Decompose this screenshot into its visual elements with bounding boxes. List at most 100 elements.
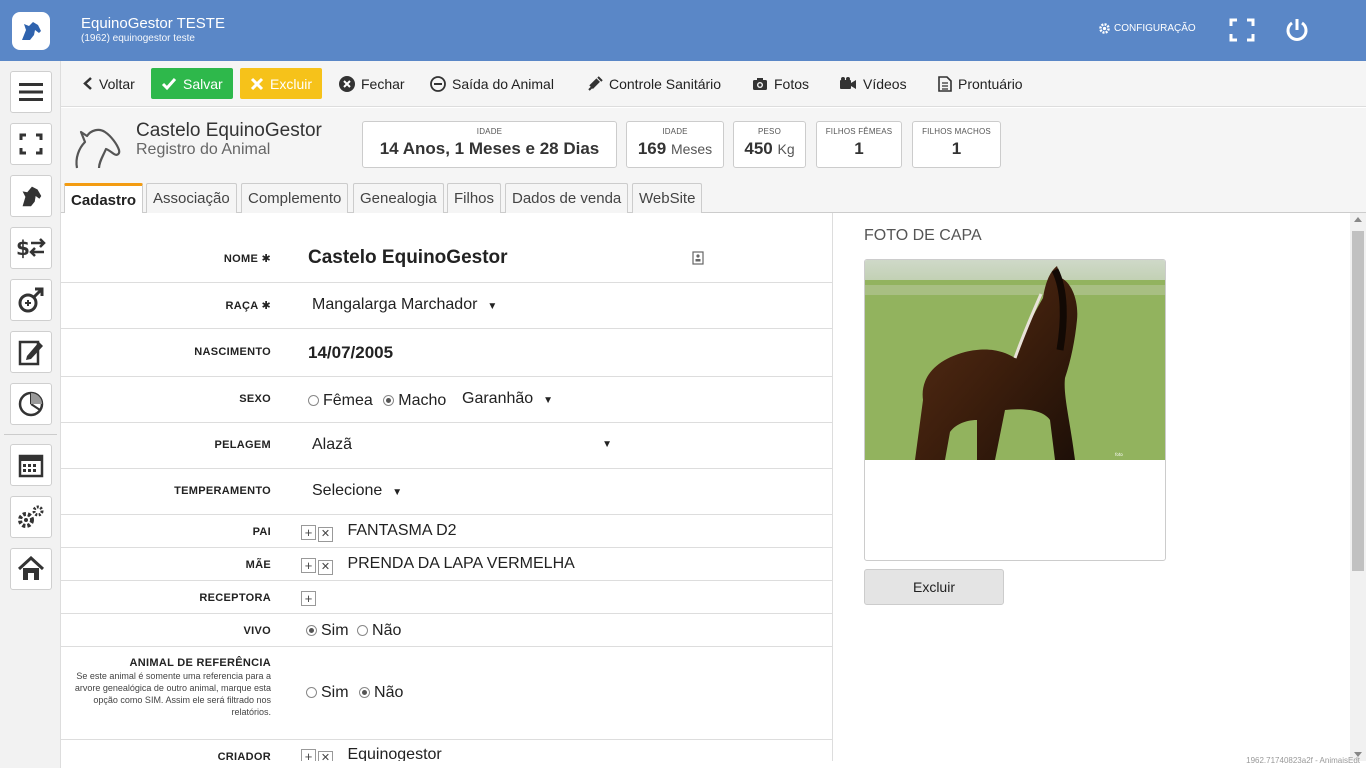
excluir-label: Excluir (270, 75, 313, 92)
salvar-label: Salvar (183, 75, 223, 92)
x-icon (250, 77, 264, 90)
criador-remove-icon[interactable]: ✕ (318, 751, 333, 761)
photo-title: FOTO DE CAPA (864, 227, 982, 244)
pai-label: PAI (252, 526, 271, 538)
vivo-sim-label: Sim (321, 622, 349, 639)
nascimento-input[interactable]: 14/07/2005 (308, 343, 393, 363)
prontuario-label: Prontuário (958, 75, 1023, 92)
settings-button[interactable] (10, 496, 52, 538)
sexo-macho-radio[interactable] (383, 395, 395, 406)
receptora-field: + (301, 588, 318, 606)
tab-genealogia[interactable]: Genealogia (353, 183, 444, 213)
row-pelagem: PELAGEM Alazã ▼ (61, 423, 832, 469)
animal-subtitle: Registro do Animal (136, 141, 271, 158)
saida-animal-button[interactable]: Saída do Animal (426, 68, 558, 99)
camera-icon (753, 77, 767, 90)
horse-logo-icon (11, 11, 50, 50)
fotos-button[interactable]: Fotos (748, 68, 813, 99)
row-receptora: RECEPTORA + (61, 581, 832, 614)
mae-field: + ✕ PRENDA DA LAPA VERMELHA (301, 555, 575, 575)
home-button[interactable] (10, 548, 52, 590)
temperamento-select[interactable]: Selecione ▼ (312, 482, 402, 500)
voltar-button[interactable]: Voltar (79, 68, 139, 99)
document-icon (938, 75, 952, 92)
scroll-thumb[interactable] (1352, 231, 1364, 571)
nome-label: NOME ✱ (223, 253, 271, 265)
vivo-nao-radio[interactable] (357, 625, 369, 636)
ref-nao-radio[interactable] (359, 687, 371, 698)
tab-filhos[interactable]: Filhos (447, 183, 502, 213)
reports-button[interactable] (10, 383, 52, 425)
vivo-radio-group: Sim Não (306, 622, 401, 640)
gears-icon (18, 505, 44, 528)
fullscreen-side-button[interactable] (10, 123, 52, 165)
tab-website[interactable]: WebSite (632, 183, 703, 213)
videos-button[interactable]: Vídeos (835, 68, 911, 99)
pai-remove-icon[interactable]: ✕ (318, 527, 333, 542)
mae-remove-icon[interactable]: ✕ (318, 560, 333, 575)
controle-sanitario-button[interactable]: Controle Sanitário (583, 68, 725, 99)
power-icon[interactable] (1285, 17, 1309, 43)
records-button[interactable] (10, 331, 52, 373)
nascimento-label: NASCIMENTO (194, 346, 271, 358)
top-bar: EquinoGestor TESTE (1962) equinogestor t… (0, 0, 1366, 61)
ref-sim-radio[interactable] (306, 687, 317, 698)
app-title: EquinoGestor TESTE (81, 15, 225, 32)
tab-cadastro[interactable]: Cadastro (64, 183, 144, 214)
scrollbar[interactable] (1350, 213, 1366, 761)
id-card-icon[interactable] (692, 251, 704, 265)
tab-associacao[interactable]: Associação (146, 183, 237, 213)
stat-label: PESO (757, 127, 782, 136)
horse-photo-image: foto (865, 260, 1165, 460)
mae-value[interactable]: PRENDA DA LAPA VERMELHA (347, 555, 574, 572)
finance-button[interactable]: $ (10, 227, 52, 269)
animals-button[interactable] (10, 175, 52, 217)
edit-document-icon (18, 340, 43, 366)
pai-field: + ✕ FANTASMA D2 (301, 522, 457, 542)
pai-add-icon[interactable]: + (301, 525, 316, 540)
pelagem-select[interactable]: Alazã ▼ (312, 436, 612, 454)
check-icon (161, 77, 177, 90)
sexo-tipo-select[interactable]: Garanhão ▼ (462, 390, 553, 408)
nome-input[interactable]: Castelo EquinoGestor (308, 247, 508, 269)
fotos-label: Fotos (774, 75, 810, 92)
criador-value[interactable]: Equinogestor (347, 746, 441, 761)
menu-button[interactable] (10, 71, 52, 113)
calendar-button[interactable] (10, 444, 52, 486)
sexo-femea-radio[interactable] (308, 395, 319, 406)
stat-age-months: IDADE 169 Meses (626, 121, 724, 168)
stat-value: 169 (637, 139, 667, 158)
footer-id: 1962.71740823a2f - AnimaisEdt (1246, 756, 1360, 765)
stat-value: 450 (744, 139, 773, 158)
caret-down-icon: ▼ (543, 395, 554, 406)
mae-label: MÃE (245, 559, 271, 571)
caret-down-icon: ▼ (392, 487, 403, 498)
criador-add-icon[interactable]: + (301, 749, 316, 761)
stat-label: IDADE (476, 127, 503, 136)
fullscreen-icon[interactable] (1229, 18, 1255, 42)
receptora-add-icon[interactable]: + (301, 591, 316, 606)
cover-photo[interactable]: foto (864, 259, 1166, 561)
vivo-sim-radio[interactable] (306, 625, 317, 636)
videos-label: Vídeos (863, 75, 907, 92)
configuracao-button[interactable]: CONFIGURAÇÃO (1098, 22, 1196, 35)
sidebar-divider (4, 434, 57, 435)
tab-dados-venda[interactable]: Dados de venda (505, 183, 629, 213)
reproduction-button[interactable] (10, 279, 52, 321)
tab-complemento[interactable]: Complemento (241, 183, 349, 213)
scroll-up-arrow[interactable] (1354, 217, 1362, 222)
prontuario-button[interactable]: Prontuário (934, 68, 1027, 99)
stat-value: 14 Anos, 1 Meses e 28 Dias (379, 139, 600, 158)
delete-photo-button[interactable]: Excluir (864, 569, 1004, 605)
sexo-macho-label: Macho (398, 392, 447, 409)
chevron-left-icon (83, 77, 92, 90)
mae-add-icon[interactable]: + (301, 558, 316, 573)
calendar-icon (18, 454, 44, 478)
app-logo[interactable] (0, 0, 61, 61)
fechar-button[interactable]: Fechar (335, 68, 409, 99)
pai-value[interactable]: FANTASMA D2 (347, 522, 456, 539)
salvar-button[interactable]: Salvar (151, 68, 233, 99)
excluir-button[interactable]: Excluir (240, 68, 323, 99)
male-gender-icon (18, 287, 44, 313)
raca-select[interactable]: Mangalarga Marchador ▼ (312, 296, 497, 314)
